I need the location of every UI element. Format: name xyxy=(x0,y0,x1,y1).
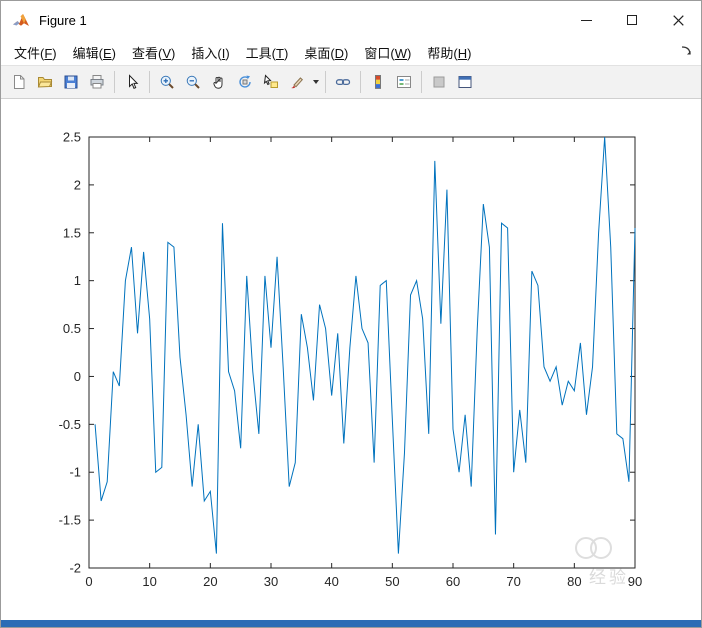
new-figure-button[interactable] xyxy=(6,69,32,95)
svg-text:40: 40 xyxy=(324,574,338,589)
save-figure-button[interactable] xyxy=(58,69,84,95)
dock-window-icon xyxy=(458,76,472,88)
svg-text:-0.5: -0.5 xyxy=(59,417,81,432)
maximize-icon xyxy=(627,15,637,25)
new-document-icon xyxy=(14,75,25,89)
colorbar-icon xyxy=(375,75,381,89)
menu-item-desktop[interactable]: 桌面(D) xyxy=(296,39,356,66)
link-plot-icon xyxy=(335,79,351,86)
menu-item-window[interactable]: 窗口(W) xyxy=(356,39,419,66)
minimize-button[interactable] xyxy=(563,1,609,39)
maximize-button[interactable] xyxy=(609,1,655,39)
toolbar-separator xyxy=(325,71,326,93)
brush-button[interactable] xyxy=(284,69,310,95)
insert-colorbar-button[interactable] xyxy=(365,69,391,95)
close-icon xyxy=(672,14,684,26)
window-title: Figure 1 xyxy=(39,12,87,28)
menu-item-edit[interactable]: 编辑(E) xyxy=(65,39,124,66)
link-plot-button[interactable] xyxy=(330,69,356,95)
toolbar-separator xyxy=(360,71,361,93)
open-folder-icon xyxy=(37,77,53,88)
data-cursor-icon xyxy=(263,74,278,88)
svg-text:30: 30 xyxy=(264,574,278,589)
open-file-button[interactable] xyxy=(32,69,58,95)
svg-text:60: 60 xyxy=(446,574,460,589)
svg-text:80: 80 xyxy=(567,574,581,589)
arrow-cursor-icon xyxy=(129,74,139,89)
svg-text:0: 0 xyxy=(74,369,81,384)
dock-figure-arrow-icon[interactable] xyxy=(679,44,695,60)
menu-item-view[interactable]: 查看(V) xyxy=(124,39,183,66)
pan-hand-icon xyxy=(213,76,223,89)
hide-plot-tools-icon xyxy=(433,76,445,88)
figure-canvas: 0 10 20 30 40 50 60 70 80 90 -2 -1.5 -1 -0.5 0 0.5 1 1.5 2… xyxy=(1,99,701,620)
svg-text:0.5: 0.5 xyxy=(63,321,81,336)
brush-icon xyxy=(291,77,304,89)
matlab-icon xyxy=(12,12,30,28)
toolbar-separator xyxy=(114,71,115,93)
svg-text:1: 1 xyxy=(74,273,81,288)
zoom-in-button[interactable] xyxy=(154,69,180,95)
data-cursor-button[interactable] xyxy=(258,69,284,95)
pan-button[interactable] xyxy=(206,69,232,95)
chevron-down-icon xyxy=(312,80,319,84)
menu-item-tools[interactable]: 工具(T) xyxy=(238,39,297,66)
print-figure-button[interactable] xyxy=(84,69,110,95)
window-controls xyxy=(563,1,701,39)
insert-legend-button[interactable] xyxy=(391,69,417,95)
rotate-3d-icon xyxy=(239,75,251,88)
zoom-out-icon xyxy=(186,75,200,89)
toolbar-separator xyxy=(421,71,422,93)
printer-icon xyxy=(90,75,104,89)
svg-text:1.5: 1.5 xyxy=(63,225,81,240)
svg-text:2: 2 xyxy=(74,177,81,192)
brush-dropdown[interactable] xyxy=(310,69,321,95)
svg-text:10: 10 xyxy=(142,574,156,589)
zoom-in-icon xyxy=(160,75,174,89)
svg-text:50: 50 xyxy=(385,574,399,589)
titlebar: Figure 1 xyxy=(1,1,701,39)
rotate-3d-button[interactable] xyxy=(232,69,258,95)
menubar: 文件(F) 编辑(E) 查看(V) 插入(I) 工具(T) 桌面(D) 窗口(W) 帮助(H) xyxy=(1,39,701,66)
svg-text:-1.5: -1.5 xyxy=(59,513,81,528)
svg-text:-1: -1 xyxy=(69,465,81,480)
menu-item-insert[interactable]: 插入(I) xyxy=(183,39,237,66)
toolbar-separator xyxy=(149,71,150,93)
minimize-icon xyxy=(580,19,592,21)
plot: 0 10 20 30 40 50 60 70 80 90 -2 -1.5 -1 -0.5 0 0.5 1 1.5 2… xyxy=(59,130,643,590)
save-floppy-icon xyxy=(64,75,78,89)
svg-text:2.5: 2.5 xyxy=(63,130,81,145)
svg-text:70: 70 xyxy=(506,574,520,589)
zoom-out-button[interactable] xyxy=(180,69,206,95)
menu-item-file[interactable]: 文件(F) xyxy=(6,39,65,66)
edit-plot-button[interactable] xyxy=(119,69,145,95)
show-plot-tools-dock-button[interactable] xyxy=(452,69,478,95)
svg-text:20: 20 xyxy=(203,574,217,589)
menu-item-help[interactable]: 帮助(H) xyxy=(419,39,479,66)
svg-text:90: 90 xyxy=(628,574,642,589)
svg-text:-2: -2 xyxy=(69,561,81,576)
bottom-accent-bar xyxy=(1,620,701,627)
svg-text:0: 0 xyxy=(85,574,92,589)
close-button[interactable] xyxy=(655,1,701,39)
legend-icon xyxy=(397,76,411,88)
hide-plot-tools-button[interactable] xyxy=(426,69,452,95)
toolbar xyxy=(1,66,701,99)
figure-window: Figure 1 文件(F) 编辑(E) 查看(V) 插入(I) 工具(T) 桌面(D) 窗… xyxy=(0,0,702,628)
